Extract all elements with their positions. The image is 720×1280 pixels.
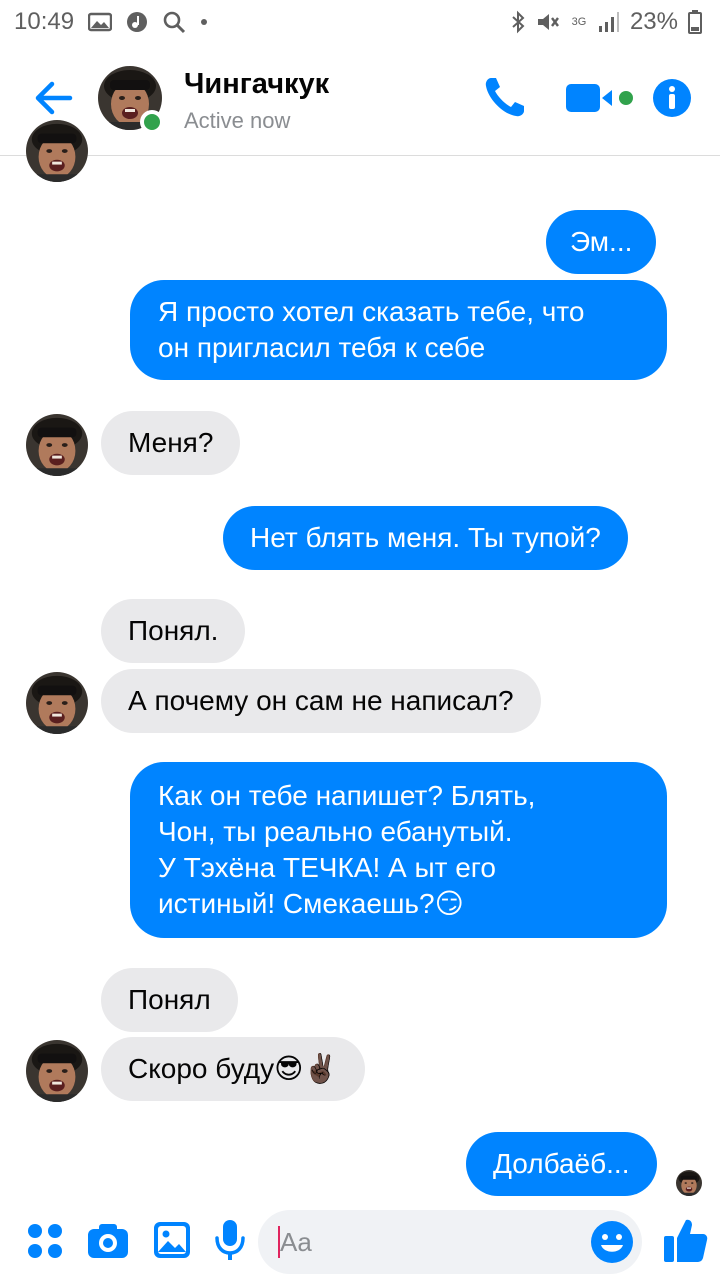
message-text: Понял xyxy=(128,984,211,1015)
message-bubble-out[interactable]: Нет блять меня. Ты тупой? xyxy=(223,506,628,570)
music-icon xyxy=(126,11,148,33)
bluetooth-icon xyxy=(510,10,526,34)
message-line: Как он тебе напишет? Блять, xyxy=(158,780,536,811)
mute-icon xyxy=(536,11,560,33)
message-bubble-in[interactable]: А почему он сам не написал? xyxy=(101,669,541,733)
message-bubble-in[interactable]: Меня? xyxy=(101,411,241,475)
message-text: Меня? xyxy=(128,427,214,458)
battery-icon xyxy=(688,10,702,34)
info-icon[interactable] xyxy=(652,78,692,123)
status-bar: 10:49 3G 23% xyxy=(0,0,720,44)
online-indicator xyxy=(140,110,164,134)
contact-avatar-small[interactable] xyxy=(26,672,88,734)
message-text: Эм... xyxy=(570,226,633,257)
message-bubble-out[interactable]: Как он тебе напишет? Блять, Чон, ты реал… xyxy=(130,762,667,938)
video-icon[interactable] xyxy=(566,82,638,119)
back-arrow-icon[interactable] xyxy=(30,74,78,122)
message-line: Я просто хотел сказать тебе, что xyxy=(158,296,585,327)
image-icon[interactable] xyxy=(152,1220,192,1265)
contact-avatar-small[interactable] xyxy=(26,1040,88,1102)
message-line: У Тэхёна ТЕЧКА! А ыт его xyxy=(158,852,496,883)
status-time: 10:49 xyxy=(14,8,75,35)
search-icon xyxy=(162,10,186,34)
gallery-icon xyxy=(88,12,113,32)
signal-icon xyxy=(598,11,620,33)
contact-name[interactable]: Чингачкук xyxy=(184,68,329,101)
message-text: Понял. xyxy=(128,615,219,646)
message-composer xyxy=(0,1206,720,1280)
message-input-wrapper xyxy=(258,1210,642,1274)
dot-icon xyxy=(200,18,208,26)
apps-icon[interactable] xyxy=(26,1222,64,1265)
message-line: он пригласил тебя к себе xyxy=(158,332,486,363)
message-input[interactable] xyxy=(280,1210,580,1274)
microphone-icon[interactable] xyxy=(214,1218,246,1267)
message-text: Долбаёб... xyxy=(493,1148,630,1179)
message-bubble-out[interactable]: Я просто хотел сказать тебе, что он приг… xyxy=(130,280,667,380)
message-text: А почему он сам не написал? xyxy=(128,685,514,716)
emoji-icon[interactable] xyxy=(590,1220,634,1269)
message-text: Скоро буду😎✌🏿 xyxy=(128,1053,339,1084)
message-bubble-in[interactable]: Понял. xyxy=(101,599,246,663)
thumbs-up-icon[interactable] xyxy=(662,1216,708,1269)
message-bubble-out[interactable]: Долбаёб... xyxy=(466,1132,657,1196)
message-bubble-out[interactable]: Эм... xyxy=(546,210,657,274)
contact-status: Active now xyxy=(184,108,291,133)
message-line: Чон, ты реально ебанутый. xyxy=(158,816,513,847)
camera-icon[interactable] xyxy=(86,1222,130,1265)
conversation-header: Чингачкук Active now xyxy=(0,44,720,156)
message-bubble-in[interactable]: Скоро буду😎✌🏿 xyxy=(101,1037,366,1101)
contact-avatar-small[interactable] xyxy=(26,120,88,182)
battery-percent: 23% xyxy=(629,8,678,35)
contact-avatar-small[interactable] xyxy=(26,414,88,476)
phone-icon[interactable] xyxy=(482,74,528,125)
message-text: Нет блять меня. Ты тупой? xyxy=(250,522,601,553)
message-line: истиный! Смекаешь?😏 xyxy=(158,888,464,919)
message-bubble-in[interactable]: Понял xyxy=(101,968,238,1032)
network-type: 3G xyxy=(571,15,587,28)
seen-avatar xyxy=(676,1170,702,1196)
